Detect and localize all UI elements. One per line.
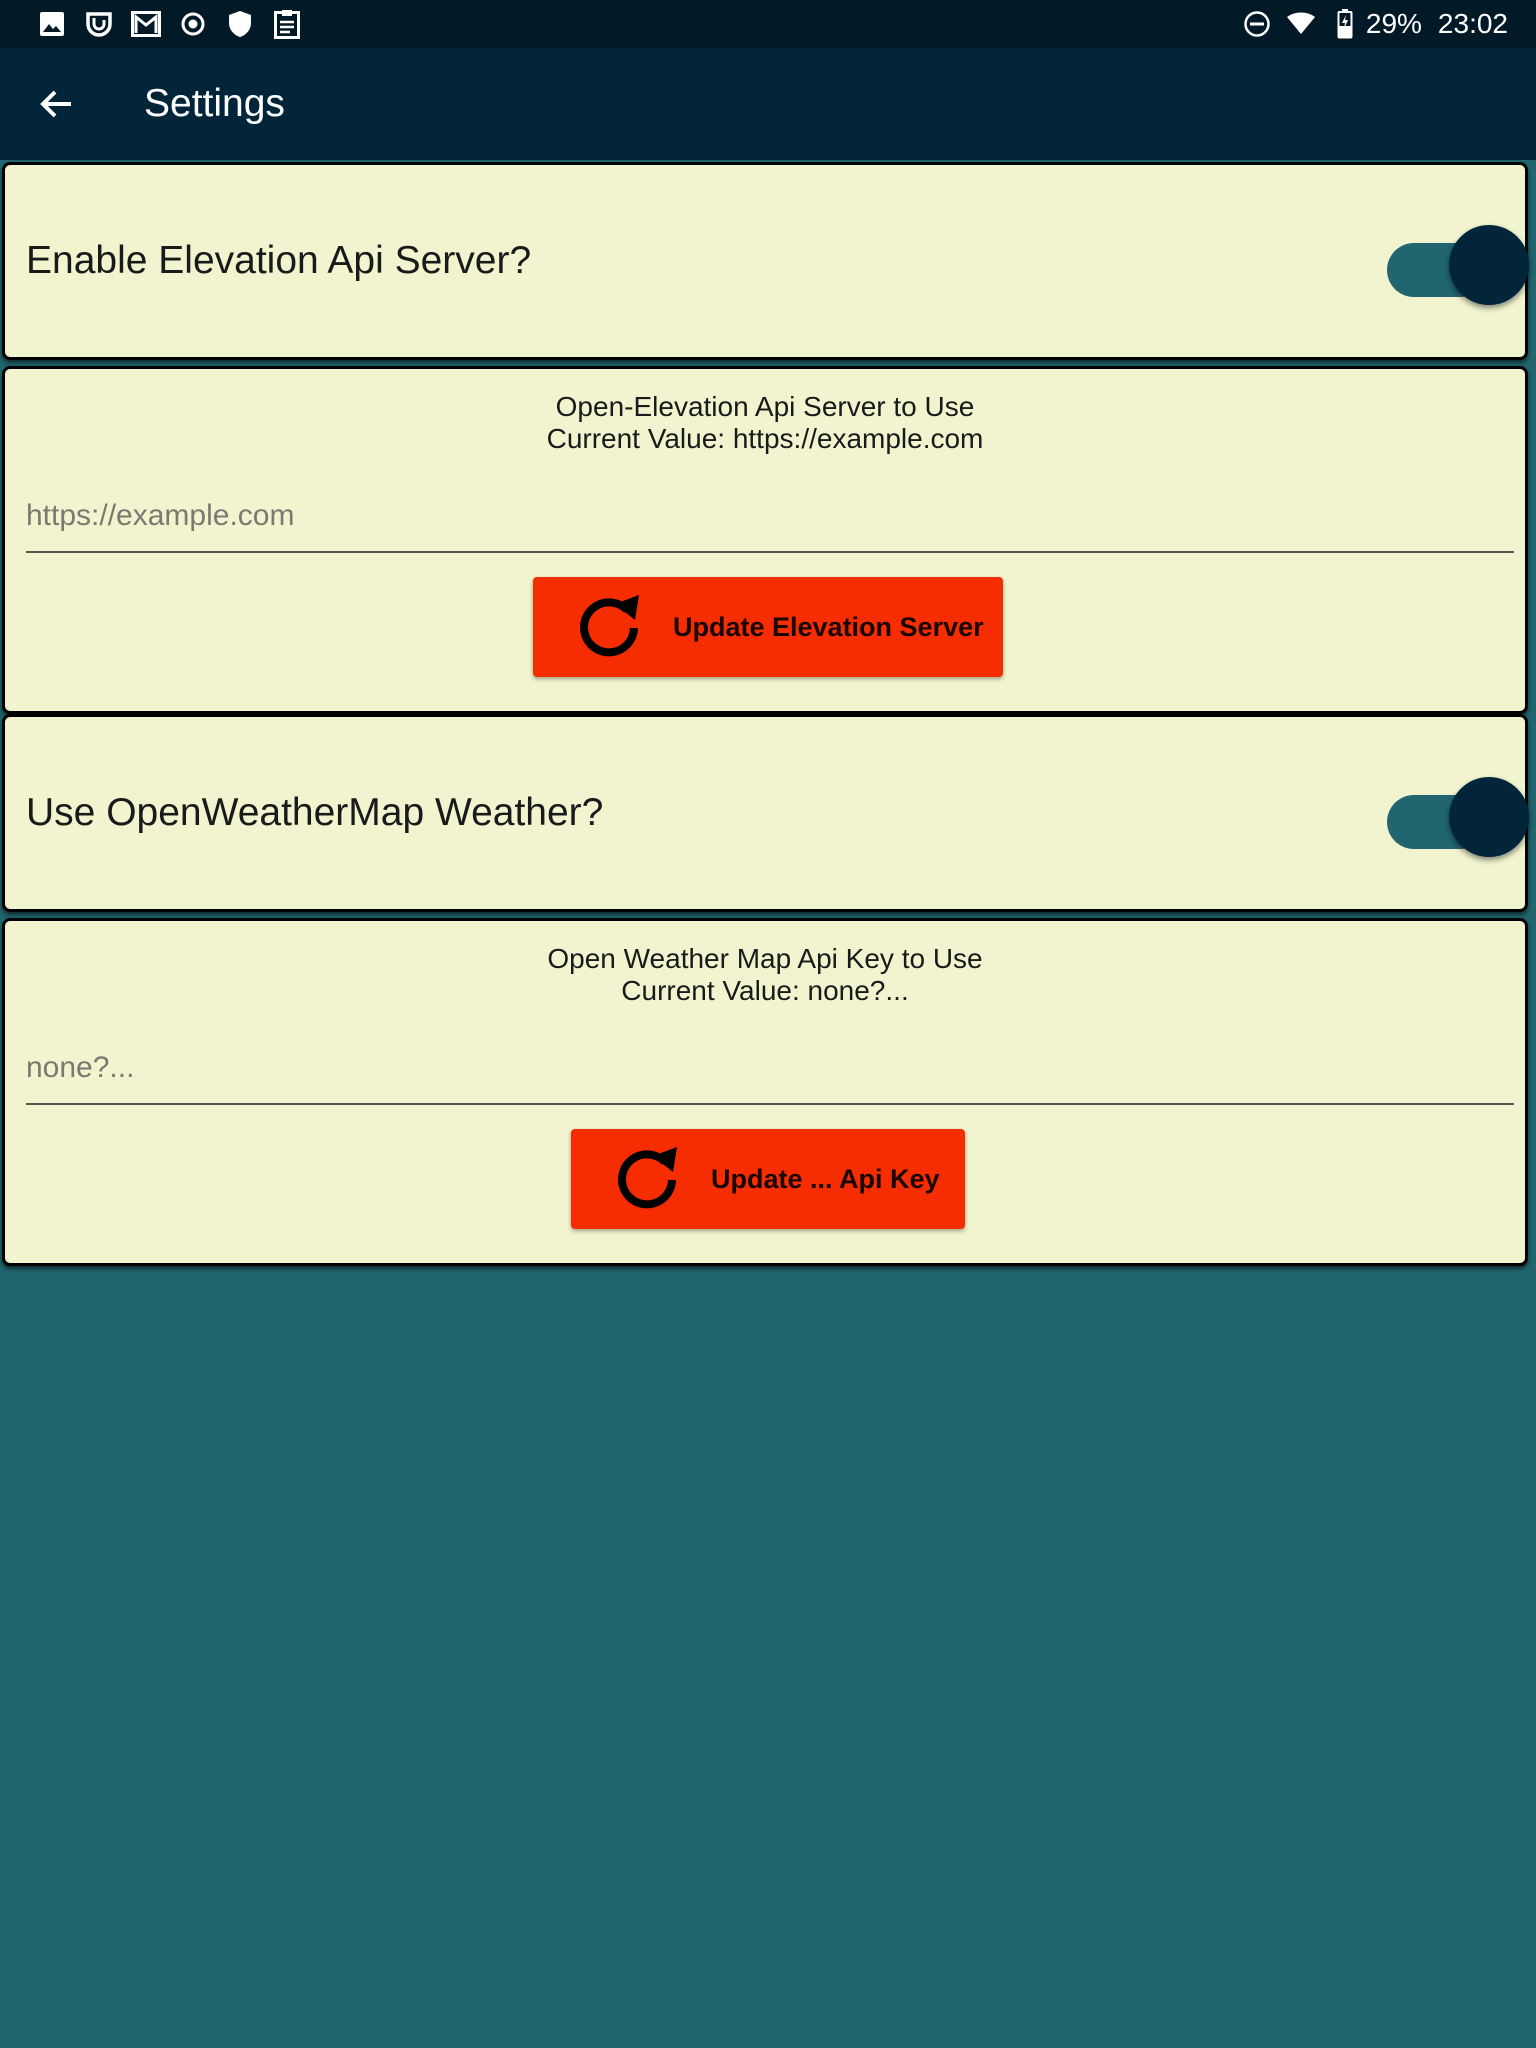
page-title: Settings: [144, 82, 285, 125]
back-button[interactable]: [32, 80, 80, 128]
do-not-disturb-icon: [1242, 8, 1272, 40]
switch-thumb: [1449, 225, 1529, 305]
weather-api-key-current-value: Current Value: none?...: [621, 975, 909, 1006]
app-bar: Settings: [0, 48, 1536, 160]
elevation-api-switch[interactable]: [1387, 221, 1529, 305]
update-elevation-server-button[interactable]: Update Elevation Server: [533, 577, 1003, 677]
weather-api-key-caption: Open Weather Map Api Key to Use Current …: [5, 943, 1525, 1007]
refresh-icon: [569, 587, 649, 667]
elevation-server-caption-title: Open-Elevation Api Server to Use: [555, 391, 975, 422]
battery-charging-icon: [1330, 8, 1360, 40]
clipboard-icon: [271, 8, 303, 40]
weather-api-key-input[interactable]: [26, 1033, 1514, 1105]
logo-app-icon: [83, 8, 115, 40]
arrow-back-icon: [40, 90, 71, 118]
openweathermap-switch[interactable]: [1387, 773, 1529, 857]
update-api-key-button[interactable]: Update ... Api Key: [571, 1129, 965, 1229]
refresh-icon: [607, 1139, 687, 1219]
clock: 23:02: [1437, 8, 1508, 39]
elevation-server-input[interactable]: [26, 481, 1514, 553]
weather-toggle-card: Use OpenWeatherMap Weather?: [2, 714, 1529, 912]
battery-percentage: 29%: [1365, 8, 1422, 39]
weather-toggle-label: Use OpenWeatherMap Weather?: [26, 791, 604, 834]
notification-icons: [36, 8, 318, 40]
system-icons: 29% 23:02: [1228, 0, 1508, 48]
elevation-toggle-card: Enable Elevation Api Server?: [2, 162, 1529, 360]
elevation-server-current-value: Current Value: https://example.com: [546, 423, 984, 454]
update-api-key-label: Update ... Api Key: [711, 1163, 940, 1194]
elevation-toggle-label: Enable Elevation Api Server?: [26, 239, 532, 282]
elevation-server-card: Open-Elevation Api Server to Use Current…: [2, 366, 1528, 714]
wifi-icon: [1286, 8, 1316, 40]
switch-thumb: [1449, 777, 1529, 857]
elevation-server-caption: Open-Elevation Api Server to Use Current…: [5, 391, 1525, 455]
update-elevation-server-label: Update Elevation Server: [673, 611, 984, 642]
gmail-icon: [130, 8, 162, 40]
status-bar: 29% 23:02: [0, 0, 1536, 48]
record-icon: [177, 8, 209, 40]
image-icon: [36, 8, 68, 40]
shield-icon: [224, 8, 256, 40]
weather-api-key-caption-title: Open Weather Map Api Key to Use: [547, 943, 983, 974]
weather-api-key-card: Open Weather Map Api Key to Use Current …: [2, 918, 1528, 1266]
